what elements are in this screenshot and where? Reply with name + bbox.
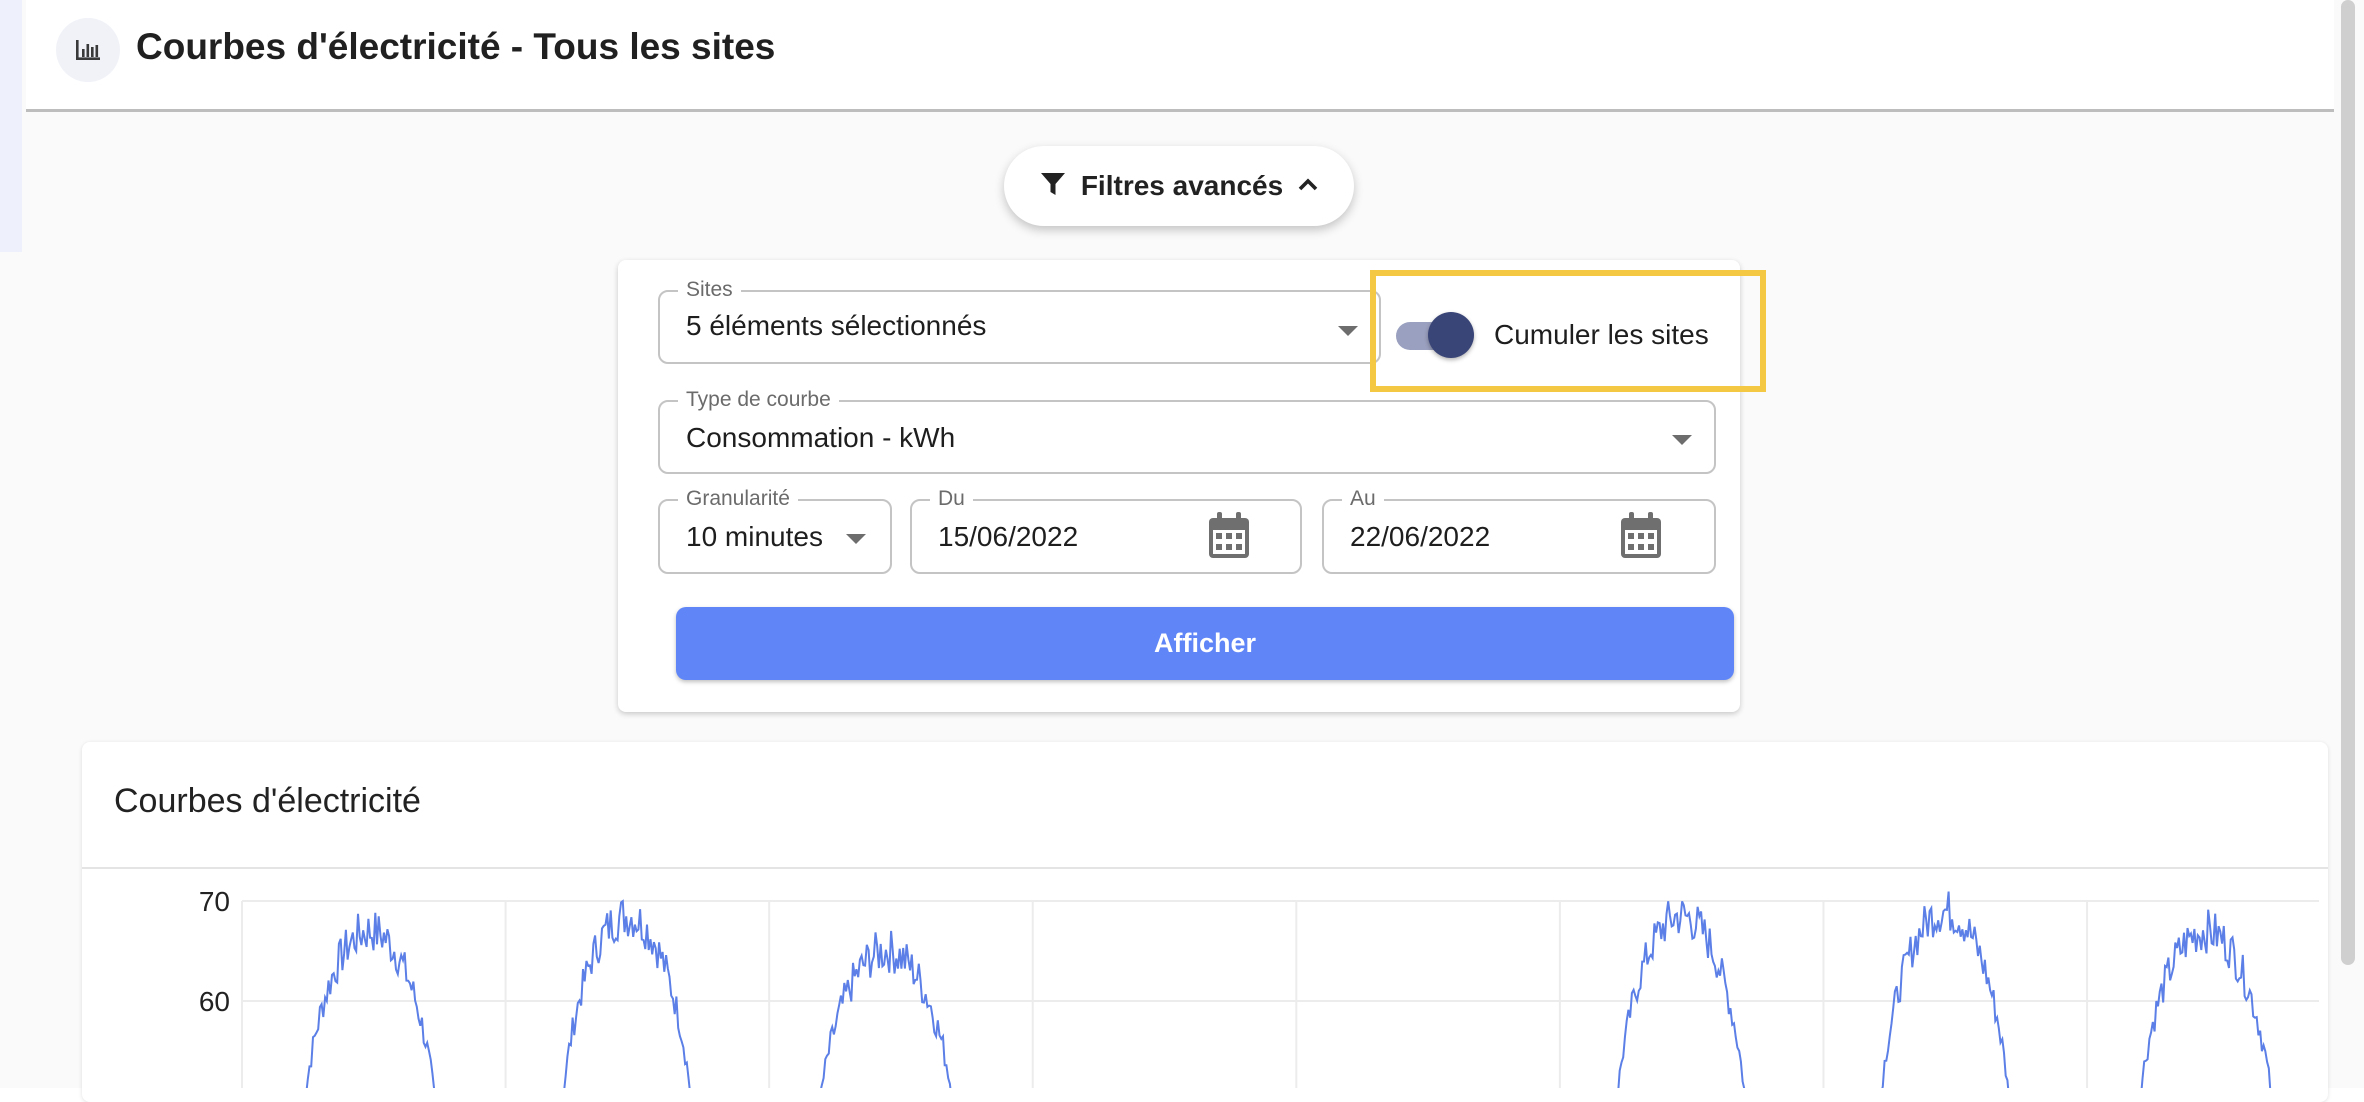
cumulate-switch-thumb[interactable] <box>1428 312 1474 358</box>
sites-select[interactable]: Sites 5 éléments sélectionnés <box>658 278 1381 364</box>
page-title: Courbes d'électricité - Tous les sites <box>136 26 776 67</box>
cumulate-sites-highlight: Cumuler les sites <box>1370 270 1766 392</box>
main-content: Courbes d'électricité - Tous les sites F… <box>26 0 2334 1102</box>
chevron-up-icon <box>1297 176 1319 196</box>
date-from-label: Du <box>930 487 973 511</box>
calendar-icon[interactable] <box>1206 511 1252 565</box>
advanced-filters-label: Filtres avancés <box>1080 170 1284 201</box>
page-header: Courbes d'électricité - Tous les sites <box>26 0 2334 112</box>
chart-card: Courbes d'électricité 70 60 <box>82 742 2328 1102</box>
curve-type-select[interactable]: Type de courbe Consommation - kWh <box>658 388 1716 474</box>
chevron-down-icon <box>1338 326 1358 336</box>
consumption-series-line <box>305 891 2272 1088</box>
filter-icon <box>1039 170 1067 202</box>
granularity-select[interactable]: Granularité 10 minutes <box>658 487 892 574</box>
y-tick-label: 60 <box>199 986 230 1017</box>
curve-type-value: Consommation - kWh <box>686 422 956 453</box>
chart-divider <box>82 867 2328 869</box>
date-from-value: 15/06/2022 <box>938 521 1079 552</box>
electricity-line-chart: 70 60 <box>199 886 2319 1088</box>
date-to-value: 22/06/2022 <box>1350 521 1491 552</box>
curve-type-label: Type de courbe <box>678 388 839 412</box>
date-from-field[interactable]: Du 15/06/2022 <box>910 487 1302 574</box>
cumulate-sites-label: Cumuler les sites <box>1494 319 1709 350</box>
sites-label: Sites <box>678 278 741 302</box>
left-sidebar-edge <box>0 0 26 1088</box>
chevron-down-icon <box>1672 435 1692 445</box>
y-tick-label: 70 <box>199 886 230 917</box>
scrollbar-thumb[interactable] <box>2341 0 2355 965</box>
calendar-icon[interactable] <box>1618 511 1664 565</box>
show-button[interactable]: Afficher <box>676 607 1734 680</box>
granularity-label: Granularité <box>678 487 798 511</box>
bar-chart-icon <box>56 18 120 82</box>
chart-grid <box>241 900 2319 1088</box>
chart-title: Courbes d'électricité <box>114 782 421 820</box>
sites-value: 5 éléments sélectionnés <box>686 310 987 341</box>
sidebar-accent <box>0 0 22 252</box>
granularity-value: 10 minutes <box>686 521 823 552</box>
date-to-field[interactable]: Au 22/06/2022 <box>1322 487 1716 574</box>
date-to-label: Au <box>1342 487 1384 511</box>
chevron-down-icon <box>846 534 866 544</box>
advanced-filters-button[interactable]: Filtres avancés <box>1004 146 1354 226</box>
